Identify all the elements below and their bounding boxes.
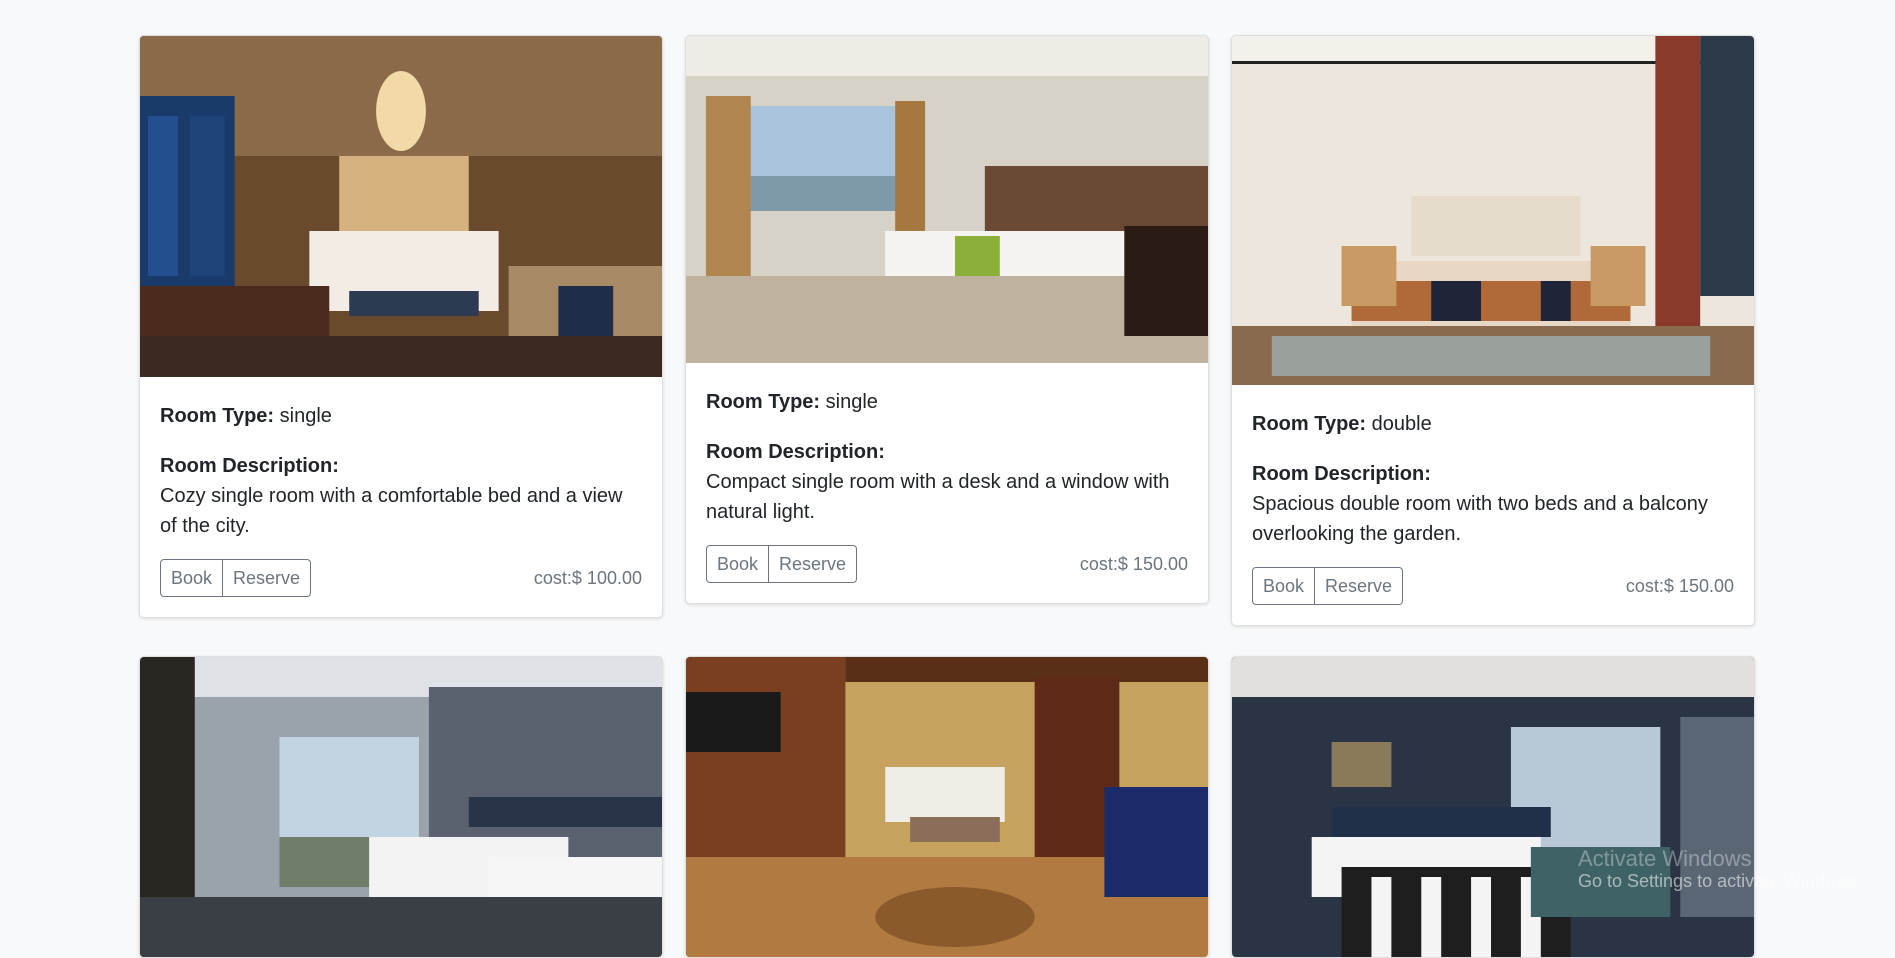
room-photo-icon [140,657,662,957]
room-type-label: Room Type: [1252,413,1367,435]
room-description-text: Spacious double room with two beds and a… [1252,493,1708,545]
room-description-label: Room Description: [1252,463,1431,485]
room-card: Room Type: single Room Description: Comp… [685,35,1209,604]
watermark-title: Activate Windows [1578,846,1752,871]
windows-activation-watermark: Activate Windows Go to Settings to activ… [1578,848,1862,892]
room-photo-icon [1232,36,1754,385]
room-card-footer: Book Reserve cost:$ 150.00 [1252,567,1734,605]
room-type-value: double [1371,413,1432,435]
room-card-footer: Book Reserve cost:$ 100.00 [160,559,642,597]
room-card [685,656,1209,958]
room-photo [686,36,1208,363]
book-button[interactable]: Book [160,559,224,597]
room-photo-icon [140,36,662,377]
room-card-body: Room Type: double Room Description: Spac… [1232,385,1754,625]
room-type-label: Room Type: [706,391,821,413]
room-card [1231,656,1755,958]
reserve-button[interactable]: Reserve [769,545,858,583]
room-description-text: Cozy single room with a comfortable bed … [160,485,623,537]
room-type-row: Room Type: double [1252,409,1734,439]
action-button-group: Book Reserve [1252,567,1404,605]
room-photo [1232,36,1754,385]
room-type-value: single [279,405,332,427]
room-card-grid: Room Type: single Room Description: Cozy… [139,35,1756,958]
room-photo [140,36,662,377]
room-description-text: Compact single room with a desk and a wi… [706,471,1170,523]
room-photo [686,657,1208,957]
room-description-label: Room Description: [706,441,885,463]
room-card-body: Room Type: single Room Description: Comp… [686,363,1208,603]
room-cost: cost:$ 150.00 [1625,576,1734,596]
room-description-block: Room Description: Spacious double room w… [1252,459,1734,549]
book-button[interactable]: Book [1252,567,1316,605]
room-type-row: Room Type: single [706,387,1188,417]
room-description-block: Room Description: Cozy single room with … [160,451,642,541]
room-card-footer: Book Reserve cost:$ 150.00 [706,545,1188,583]
room-type-value: single [825,391,878,413]
room-card-body: Room Type: single Room Description: Cozy… [140,377,662,617]
book-button[interactable]: Book [706,545,770,583]
action-button-group: Book Reserve [706,545,858,583]
room-card [139,656,663,958]
room-photo-icon [1232,657,1754,957]
room-description-block: Room Description: Compact single room wi… [706,437,1188,527]
reserve-button[interactable]: Reserve [223,559,312,597]
room-photo-icon [686,657,1208,957]
room-photo [1232,657,1754,957]
room-cost: cost:$ 100.00 [533,568,642,588]
room-type-row: Room Type: single [160,401,642,431]
reserve-button[interactable]: Reserve [1315,567,1404,605]
room-photo-icon [686,36,1208,363]
room-description-label: Room Description: [160,455,339,477]
room-type-label: Room Type: [160,405,275,427]
room-card: Room Type: double Room Description: Spac… [1231,35,1755,626]
watermark-subtitle: Go to Settings to activate Windows. [1578,871,1863,891]
room-cost: cost:$ 150.00 [1079,554,1188,574]
action-button-group: Book Reserve [160,559,312,597]
room-photo [140,657,662,957]
room-card: Room Type: single Room Description: Cozy… [139,35,663,618]
